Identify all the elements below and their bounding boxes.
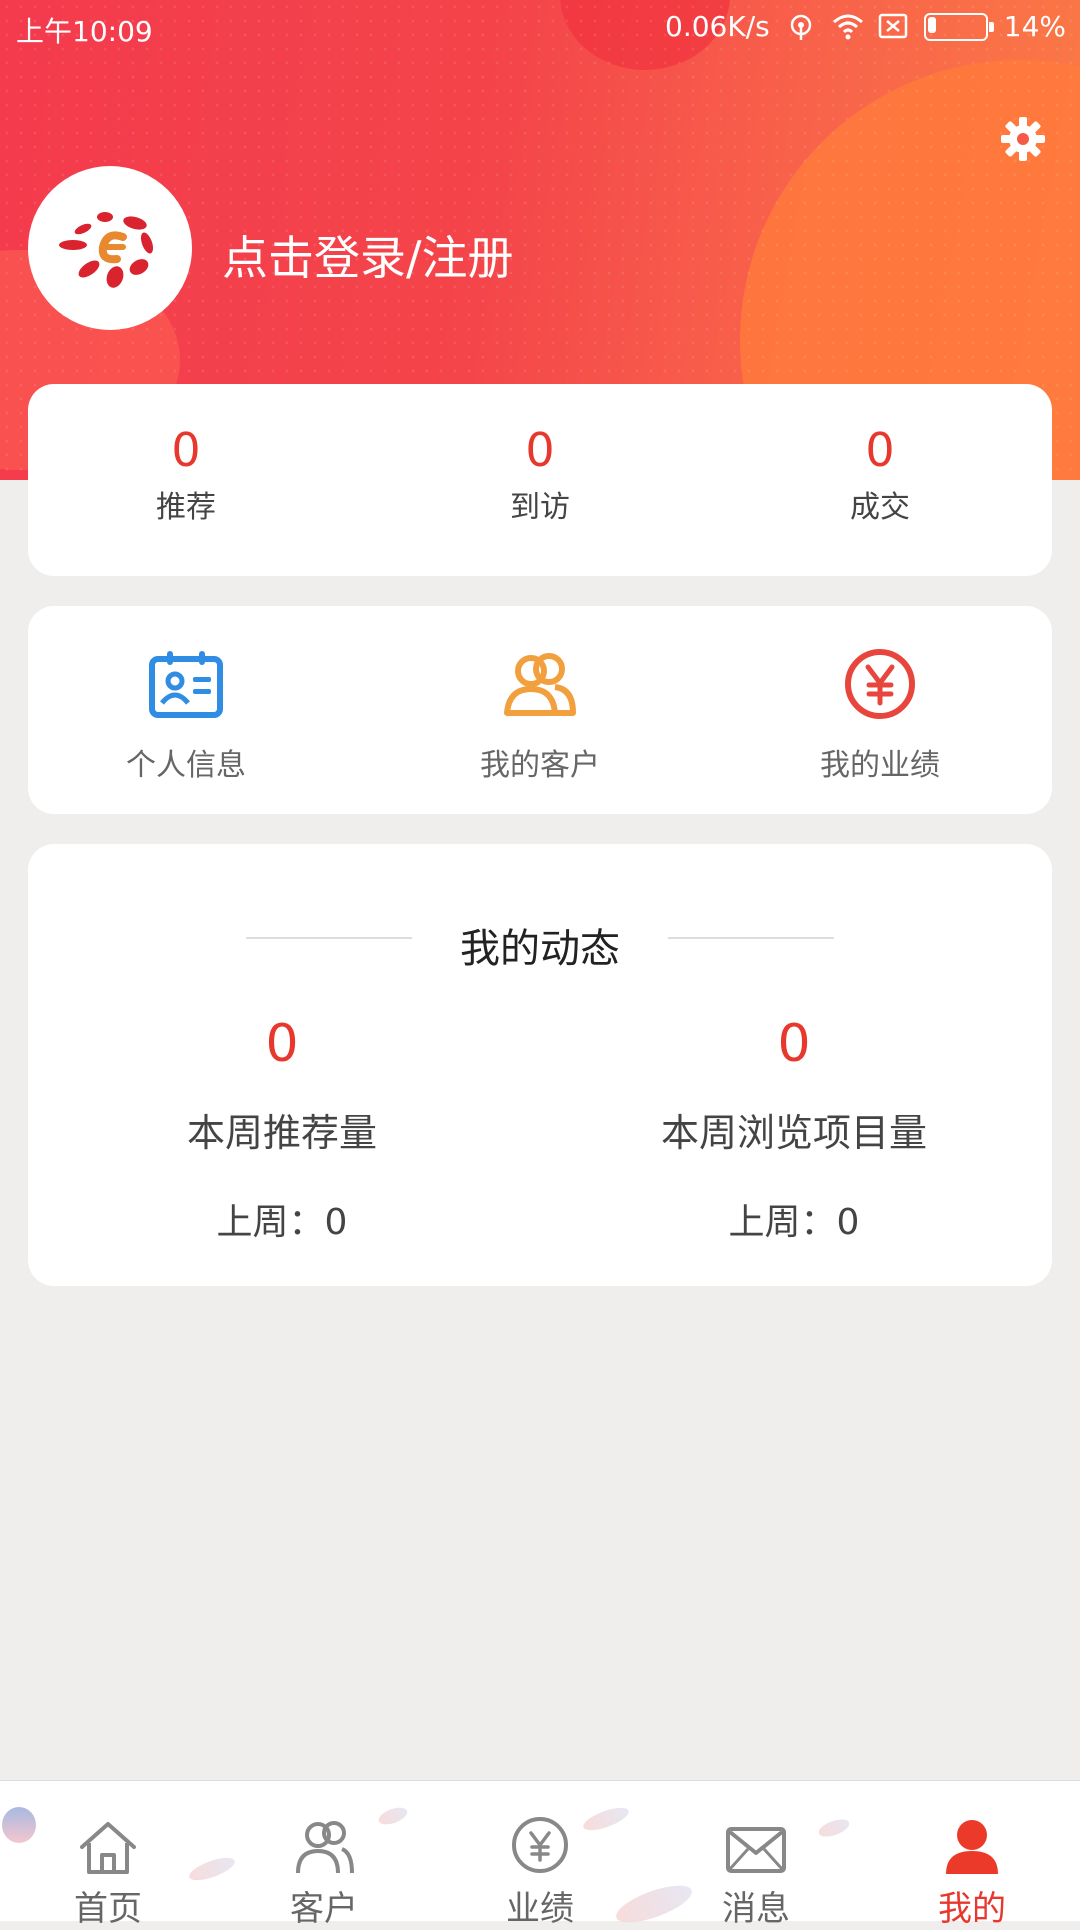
nav-label: 我的 <box>938 1889 1006 1929</box>
nav-mine[interactable]: 我的 <box>864 1781 1080 1929</box>
weekly-views-label: 本周浏览项目量 <box>660 1111 927 1155</box>
stat-value: 0 <box>525 423 555 477</box>
nav-label: 业绩 <box>506 1889 574 1929</box>
menu-label: 我的客户 <box>480 748 600 783</box>
battery-icon <box>923 12 994 41</box>
battery-percent: 14% <box>1003 10 1066 43</box>
settings-button[interactable] <box>996 112 1050 166</box>
network-speed: 0.06K/s <box>665 10 770 43</box>
nav-label: 客户 <box>290 1889 358 1929</box>
yuan-icon <box>845 649 915 719</box>
stat-label: 到访 <box>510 490 570 525</box>
menu-my-performance[interactable]: 我的业绩 <box>760 646 1000 784</box>
stat-recommend[interactable]: 0 推荐 <box>66 424 306 526</box>
nav-label: 消息 <box>722 1889 790 1929</box>
stat-label: 成交 <box>850 490 910 525</box>
weekly-recommend-value: 0 <box>265 1014 299 1074</box>
login-register-link[interactable]: 点击登录/注册 <box>222 222 514 288</box>
nav-label: 首页 <box>74 1889 142 1929</box>
bottom-nav: 首页 客户 业绩 消息 我的 <box>0 1780 1080 1930</box>
envelope-icon <box>726 1827 786 1873</box>
last-week-views: 上周：0 <box>728 1202 860 1243</box>
weekly-views: 0 本周浏览项目量 上周：0 <box>594 1014 994 1245</box>
last-week-recommend: 上周：0 <box>216 1202 348 1243</box>
brand-logo <box>59 212 154 288</box>
stat-visit[interactable]: 0 到访 <box>420 424 660 526</box>
nav-performance[interactable]: 业绩 <box>432 1781 648 1929</box>
nav-customers[interactable]: 客户 <box>216 1781 432 1929</box>
person-icon <box>946 1820 998 1874</box>
wifi-icon <box>832 13 863 41</box>
title-divider <box>668 937 834 939</box>
status-time: 上午10:09 <box>16 15 153 48</box>
avatar[interactable] <box>28 166 192 330</box>
stats-card: 0 推荐 0 到访 0 成交 <box>28 384 1052 576</box>
menu-my-customers[interactable]: 我的客户 <box>420 646 660 784</box>
stat-deal[interactable]: 0 成交 <box>760 424 1000 526</box>
gear-icon <box>1001 117 1045 161</box>
stat-label: 推荐 <box>156 490 216 525</box>
menu-label: 个人信息 <box>126 748 246 783</box>
weekly-recommend-label: 本周推荐量 <box>186 1111 377 1155</box>
home-icon <box>80 1822 136 1874</box>
menu-label: 我的业绩 <box>820 748 940 783</box>
menu-card: 个人信息 我的客户 我的业绩 <box>28 606 1052 814</box>
nav-messages[interactable]: 消息 <box>648 1781 864 1929</box>
no-sim-icon <box>878 13 908 41</box>
nav-home[interactable]: 首页 <box>0 1781 216 1929</box>
activity-card: 我的动态 0 本周推荐量 上周：0 0 本周浏览项目量 上周：0 <box>28 844 1052 1286</box>
status-bar: 上午10:09 0.06K/s 14% <box>0 0 1080 56</box>
hotspot-icon <box>786 13 816 41</box>
weekly-recommend: 0 本周推荐量 上周：0 <box>82 1014 482 1245</box>
weekly-views-value: 0 <box>777 1014 811 1074</box>
stat-value: 0 <box>171 423 201 477</box>
customers-icon <box>296 1821 354 1874</box>
activity-title: 我的动态 <box>460 926 620 972</box>
menu-personal-info[interactable]: 个人信息 <box>66 646 306 784</box>
yuan-circle-icon <box>512 1817 568 1873</box>
id-card-icon <box>149 651 223 718</box>
stat-value: 0 <box>865 423 895 477</box>
users-icon <box>504 653 576 716</box>
battery-level <box>927 16 936 33</box>
